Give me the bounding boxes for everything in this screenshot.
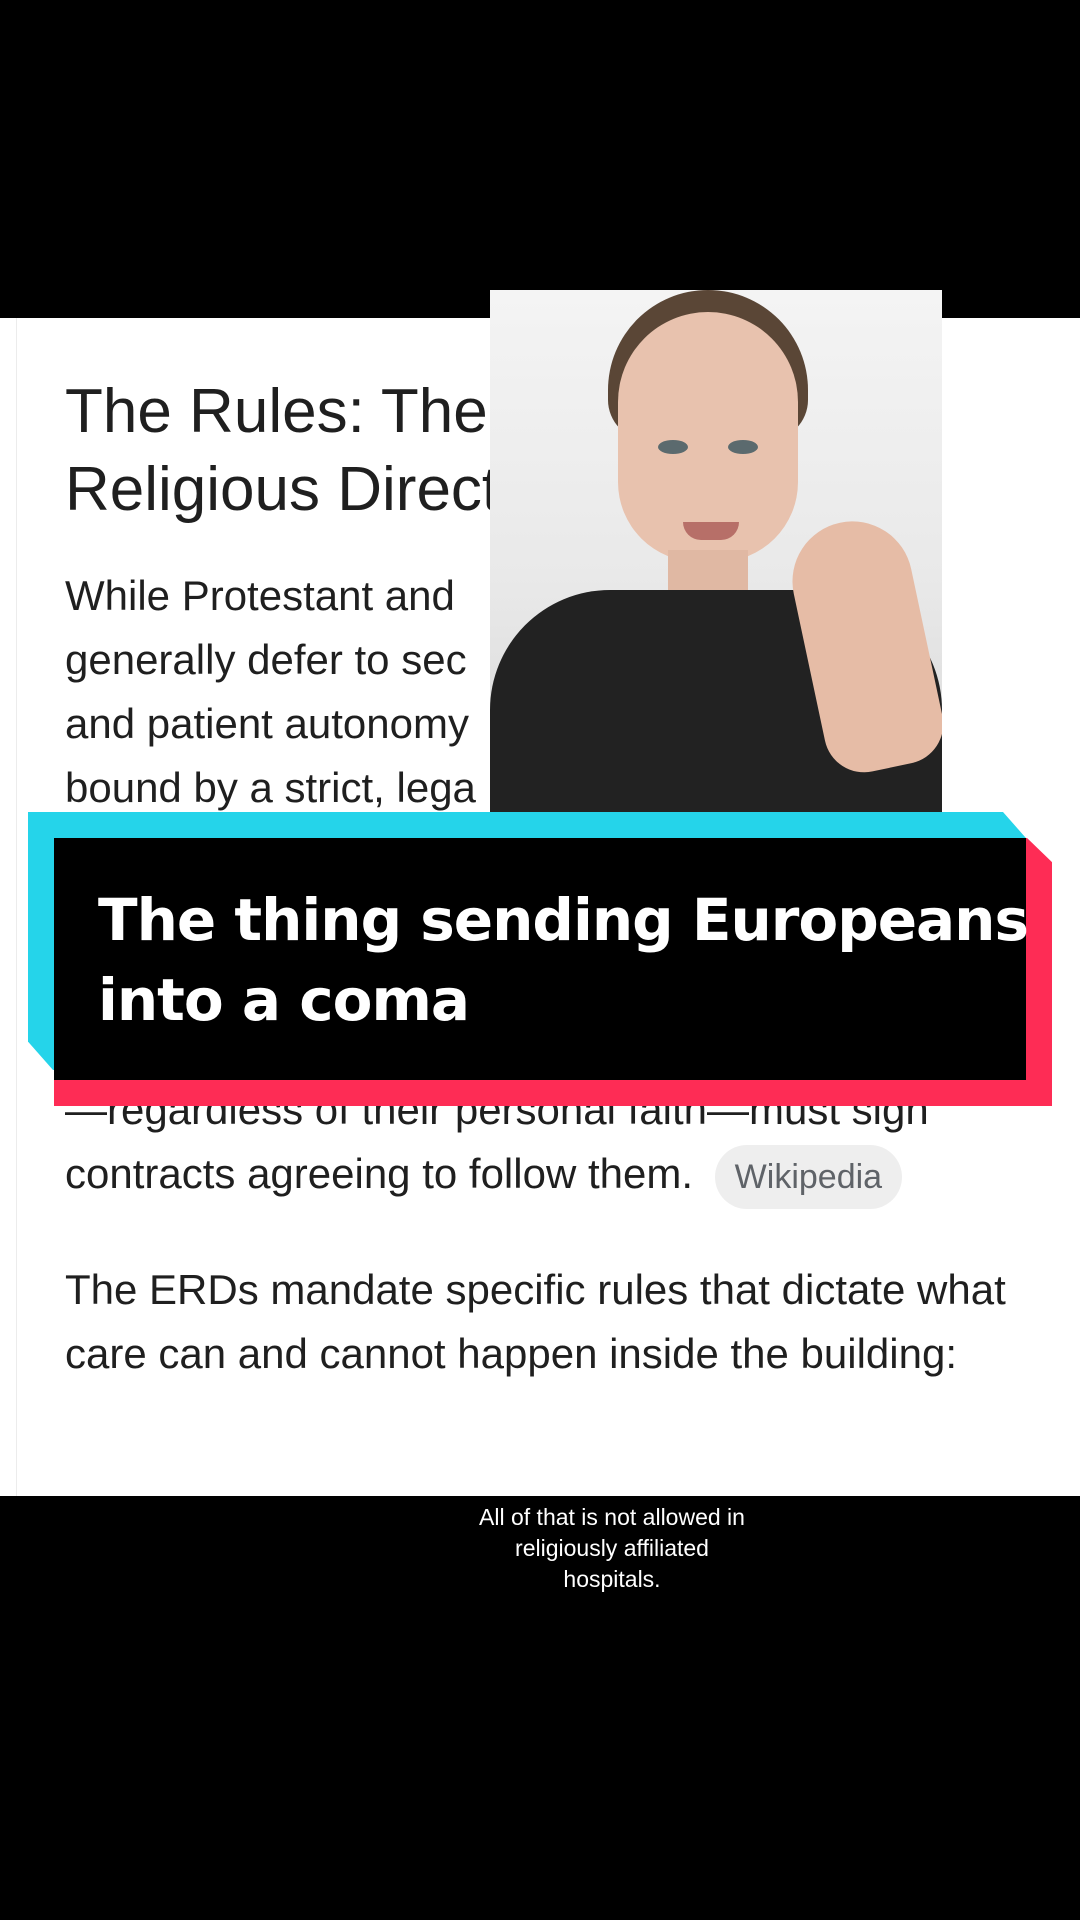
banner-line-2: into a coma (98, 966, 470, 1034)
caption-banner-text: The thing sending Europeans into a coma (98, 880, 1029, 1040)
paragraph-3: The ERDs mandate specific rules that dic… (65, 1266, 1006, 1377)
paragraph-2-line-2: contracts agreeing to follow them. (65, 1150, 693, 1197)
video-subtitle: All of that is not allowed in religiousl… (440, 1502, 784, 1595)
subtitle-line-3: hospitals. (563, 1566, 661, 1592)
banner-line-1: The thing sending Europeans (98, 886, 1029, 954)
speaker-video-overlay (490, 290, 942, 812)
wikipedia-source-chip[interactable]: Wikipedia (714, 1144, 903, 1209)
panel-divider (16, 318, 17, 1496)
subtitle-line-1: All of that is not allowed in (479, 1504, 745, 1530)
subtitle-line-2: religiously affiliated (515, 1535, 709, 1561)
